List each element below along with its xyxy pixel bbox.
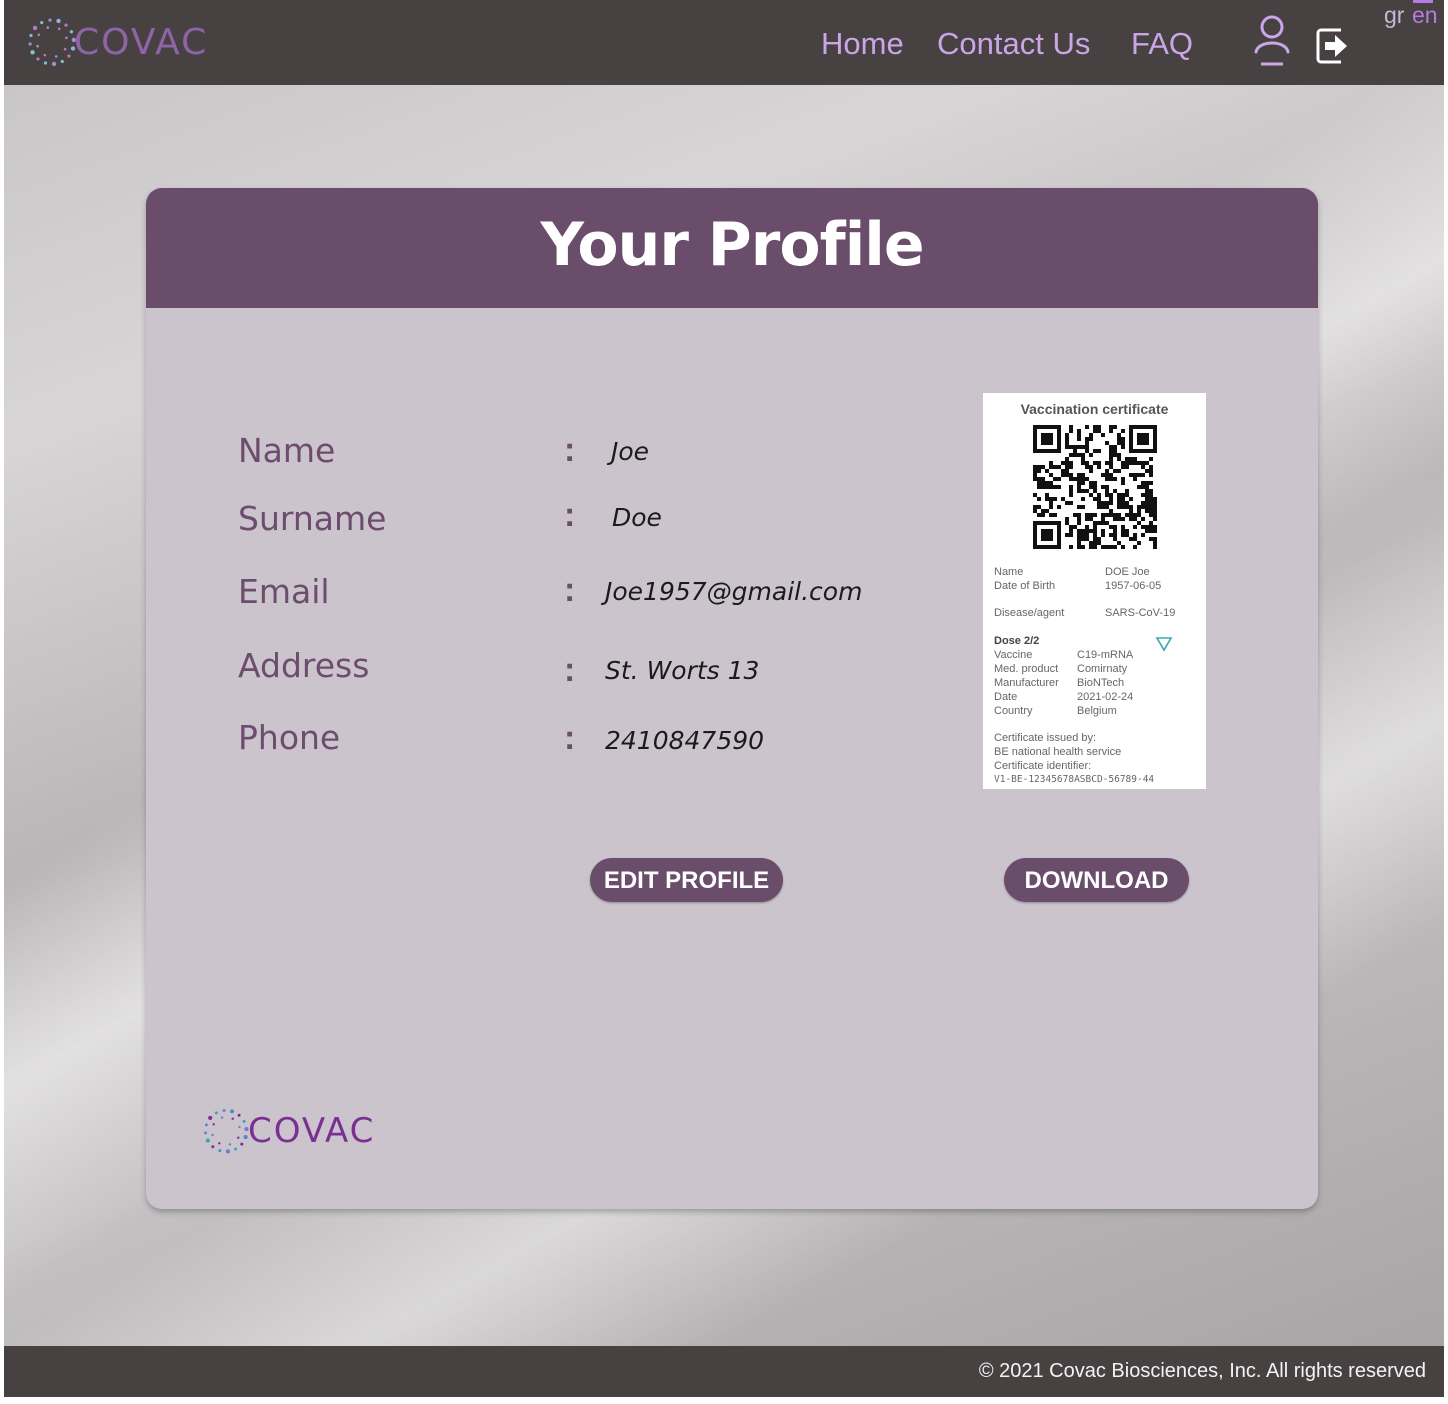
phone-value: 2410847590 (605, 726, 765, 755)
address-label: Address (238, 646, 370, 685)
language-gr[interactable]: gr (1384, 2, 1404, 29)
page-frame: COVAC Home Contact Us FAQ gr en Your Pro… (4, 0, 1444, 1397)
triangle-icon (1155, 637, 1173, 652)
cert-product-value: Comirnaty (1077, 663, 1128, 675)
cert-vaccine-label: Vaccine (994, 649, 1033, 661)
cert-name-label: Name (994, 566, 1024, 578)
dotted-ring-logo-icon (204, 1109, 249, 1154)
cert-identifier-label: Certificate identifier: (994, 760, 1092, 772)
cert-issued-by-value: BE national health service (994, 746, 1122, 758)
download-button[interactable]: DOWNLOAD (1004, 858, 1189, 902)
cert-manufacturer-value: BioNTech (1077, 677, 1125, 689)
profile-card: Your Profile Name : Joe Surname : Doe Em… (146, 188, 1318, 1209)
cert-identifier-value: V1-BE-12345678ASBCD-56789-44 (994, 774, 1155, 785)
dotted-ring-logo-icon (28, 18, 77, 67)
name-separator: : (564, 431, 576, 469)
email-value: Joe1957@gmail.com (605, 577, 863, 606)
cert-dob-label: Date of Birth (994, 580, 1056, 592)
cert-issued-by-label: Certificate issued by: (994, 732, 1097, 744)
qr-code-icon (1033, 425, 1157, 549)
cert-name-value: DOE Joe (1105, 566, 1150, 578)
name-label: Name (238, 431, 336, 470)
nav-faq-link[interactable]: FAQ (1131, 26, 1193, 62)
nav-home-link[interactable]: Home (821, 26, 904, 62)
cert-dob-value: 1957-06-05 (1105, 580, 1162, 592)
address-value: St. Worts 13 (605, 656, 760, 685)
cert-country-value: Belgium (1077, 705, 1117, 717)
cert-product-label: Med. product (994, 663, 1059, 675)
phone-separator: : (564, 719, 576, 757)
name-value: Joe (611, 437, 650, 466)
address-separator: : (564, 651, 576, 689)
cert-vaccine-value: C19-mRNA (1077, 649, 1134, 661)
brand-logo[interactable]: COVAC (22, 12, 208, 72)
cert-country-label: Country (994, 705, 1033, 717)
cert-date-value: 2021-02-24 (1077, 691, 1134, 703)
page-title: Your Profile (540, 210, 924, 280)
cert-manufacturer-label: Manufacturer (994, 677, 1059, 689)
email-label: Email (238, 572, 330, 611)
card-brand-logo: COVAC (198, 1103, 375, 1159)
profile-card-header: Your Profile (146, 188, 1318, 308)
surname-separator: : (564, 496, 576, 534)
card-brand-name: COVAC (248, 1111, 376, 1151)
email-separator: : (564, 571, 576, 609)
cert-disease-label: Disease/agent (994, 607, 1065, 619)
cert-date-label: Date (994, 691, 1018, 703)
nav-contact-link[interactable]: Contact Us (937, 26, 1090, 62)
copyright-text: © 2021 Covac Biosciences, Inc. All right… (978, 1360, 1426, 1382)
edit-profile-button[interactable]: EDIT PROFILE (590, 858, 783, 902)
logout-icon[interactable] (1313, 24, 1353, 68)
cert-disease-value: SARS-CoV-19 (1105, 607, 1176, 619)
surname-value: Doe (612, 503, 662, 532)
phone-label: Phone (238, 718, 341, 757)
user-icon[interactable] (1250, 12, 1294, 68)
brand-name: COVAC (74, 21, 209, 63)
top-navbar: COVAC Home Contact Us FAQ gr en (4, 0, 1444, 85)
certificate-title: Vaccination certificate (1020, 401, 1169, 417)
surname-label: Surname (238, 499, 387, 538)
cert-dose: Dose 2/2 (994, 635, 1040, 647)
vaccination-certificate: Vaccination certificate Name DOE Joe Dat… (983, 393, 1206, 789)
page-footer: © 2021 Covac Biosciences, Inc. All right… (4, 1346, 1444, 1397)
language-en[interactable]: en (1412, 2, 1438, 29)
